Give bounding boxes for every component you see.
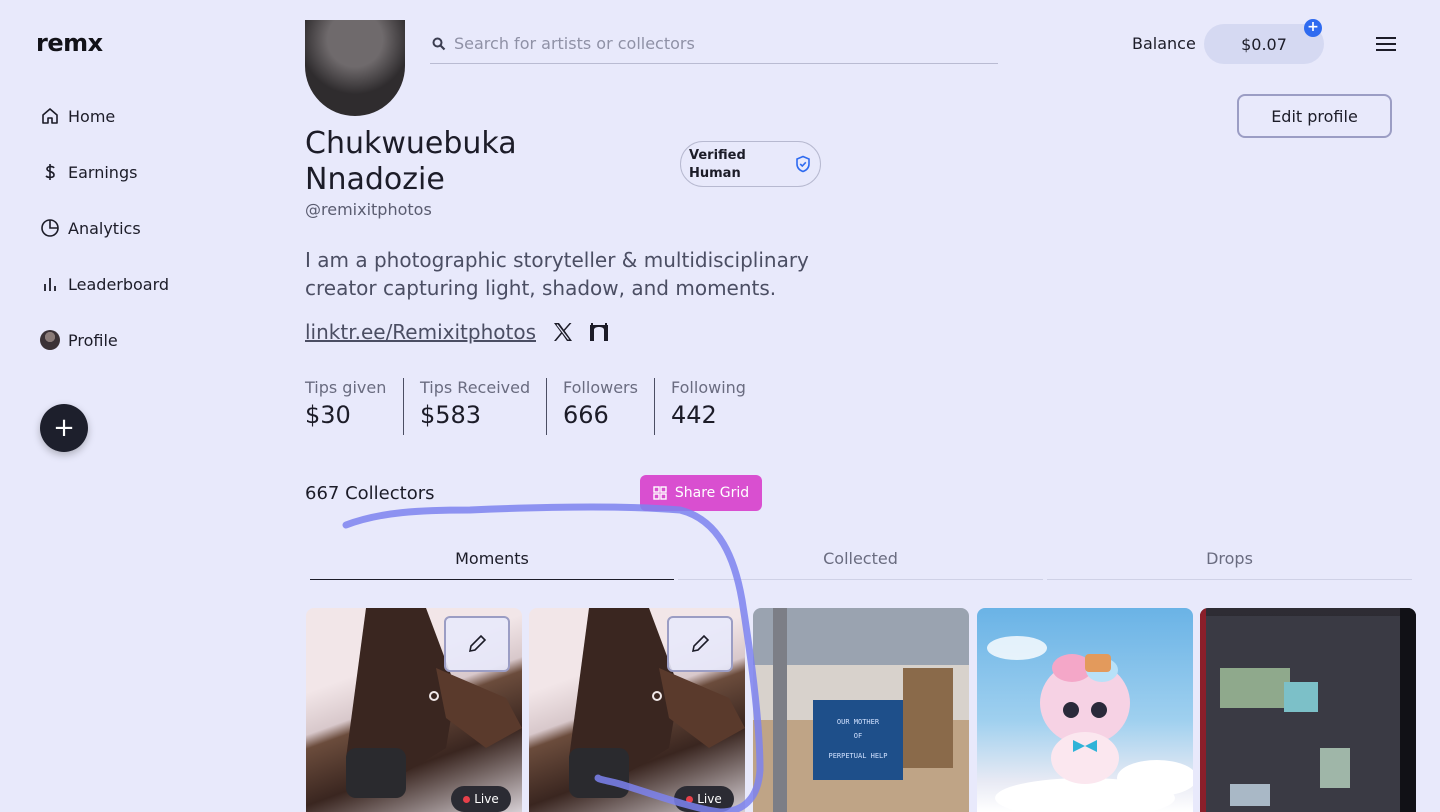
sidebar-item-earnings[interactable]: Earnings bbox=[40, 160, 137, 184]
stat-tips-given: Tips given $30 bbox=[305, 378, 386, 435]
collectors-count[interactable]: 667 Collectors bbox=[305, 483, 434, 504]
edit-moment-button[interactable] bbox=[667, 616, 733, 672]
live-dot bbox=[686, 795, 694, 803]
sidebar-item-label: Leaderboard bbox=[68, 274, 170, 294]
verified-badge: Verified Human bbox=[680, 141, 821, 187]
menu-icon[interactable] bbox=[1374, 34, 1398, 54]
box-text-line: PERPETUAL HELP bbox=[828, 752, 887, 760]
search-input[interactable] bbox=[454, 34, 974, 53]
search-bar[interactable] bbox=[430, 24, 998, 64]
stat-value: $30 bbox=[305, 401, 351, 429]
live-label: Live bbox=[697, 792, 722, 806]
box-text-line: OF bbox=[854, 732, 862, 740]
profile-avatar bbox=[305, 20, 405, 116]
profile-link[interactable]: linktr.ee/Remixitphotos bbox=[305, 320, 536, 344]
live-badge: Live bbox=[674, 786, 734, 812]
balance-value: $0.07 bbox=[1241, 34, 1287, 54]
dollar-icon bbox=[40, 162, 60, 182]
pie-chart-icon bbox=[40, 218, 60, 238]
stat-label: Followers bbox=[563, 378, 638, 397]
pencil-icon bbox=[691, 634, 710, 653]
grid-icon bbox=[653, 486, 667, 500]
box-text-line: OUR MOTHER bbox=[837, 718, 880, 726]
sidebar-item-home[interactable]: Home bbox=[40, 104, 115, 128]
edit-moment-button[interactable] bbox=[444, 616, 510, 672]
blue-box-image: OUR MOTHER OF PERPETUAL HELP bbox=[773, 608, 953, 812]
share-grid-label: Share Grid bbox=[674, 485, 750, 501]
tab-collected[interactable]: Collected bbox=[678, 549, 1043, 580]
avatar bbox=[40, 330, 60, 350]
sidebar-item-analytics[interactable]: Analytics bbox=[40, 216, 141, 240]
moment-card[interactable] bbox=[977, 608, 1193, 812]
home-icon bbox=[40, 106, 60, 126]
profile-name: Chukwuebuka Nnadozie bbox=[305, 126, 517, 197]
stat-label: Tips Received bbox=[420, 378, 531, 397]
stat-followers[interactable]: Followers 666 bbox=[563, 378, 638, 435]
search-icon bbox=[432, 37, 446, 50]
moment-card[interactable] bbox=[1200, 608, 1416, 812]
stat-divider bbox=[403, 378, 404, 435]
sidebar-item-label: Profile bbox=[68, 330, 118, 350]
sidebar-item-leaderboard[interactable]: Leaderboard bbox=[40, 272, 169, 296]
live-dot bbox=[463, 795, 471, 803]
sidebar-item-label: Earnings bbox=[68, 162, 138, 182]
moment-card[interactable]: OUR MOTHER OF PERPETUAL HELP bbox=[753, 608, 969, 812]
stat-label: Following bbox=[671, 378, 746, 397]
sidebar-item-label: Home bbox=[68, 106, 116, 126]
creature-image bbox=[987, 636, 1193, 812]
live-label: Live bbox=[474, 792, 499, 806]
balance-label: Balance bbox=[1132, 34, 1196, 53]
add-funds-badge[interactable]: + bbox=[1304, 19, 1322, 37]
stat-divider bbox=[654, 378, 655, 435]
stat-label: Tips given bbox=[305, 378, 387, 397]
x-twitter-icon[interactable] bbox=[552, 321, 574, 343]
create-button[interactable]: + bbox=[40, 404, 88, 452]
live-badge: Live bbox=[451, 786, 511, 812]
moment-card[interactable]: Live bbox=[529, 608, 745, 812]
share-grid-button[interactable]: Share Grid bbox=[640, 475, 762, 511]
stat-divider bbox=[546, 378, 547, 435]
logo[interactable]: remx bbox=[36, 29, 103, 57]
bar-chart-icon bbox=[40, 274, 60, 294]
arena-icon[interactable] bbox=[588, 321, 610, 343]
pencil-icon bbox=[468, 634, 487, 653]
shield-check-icon bbox=[796, 155, 810, 173]
tab-drops[interactable]: Drops bbox=[1047, 549, 1412, 580]
stat-value: $583 bbox=[420, 401, 482, 429]
profile-handle: @remixitphotos bbox=[305, 200, 432, 219]
laptop-screen-image bbox=[1200, 608, 1416, 812]
stat-value: 442 bbox=[671, 401, 717, 429]
stat-following[interactable]: Following 442 bbox=[671, 378, 746, 435]
moment-card[interactable]: Live bbox=[306, 608, 522, 812]
stat-value: 666 bbox=[563, 401, 609, 429]
stat-tips-received: Tips Received $583 bbox=[420, 378, 530, 435]
sidebar-item-label: Analytics bbox=[68, 218, 141, 238]
edit-profile-button[interactable]: Edit profile bbox=[1237, 94, 1392, 138]
sidebar-item-profile[interactable]: Profile bbox=[40, 328, 118, 352]
verified-label: Verified Human bbox=[689, 148, 746, 181]
profile-bio: I am a photographic storyteller & multid… bbox=[305, 248, 809, 300]
tab-moments[interactable]: Moments bbox=[310, 549, 674, 580]
